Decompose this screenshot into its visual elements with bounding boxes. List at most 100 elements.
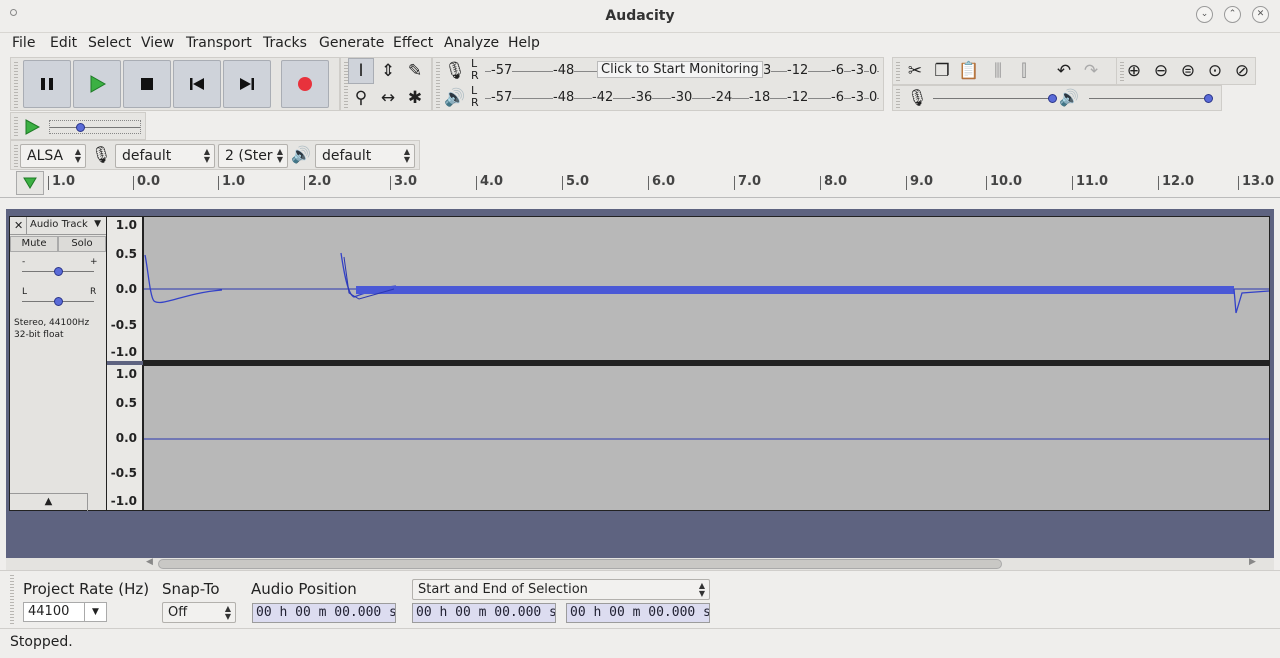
silence-button[interactable]: ⫿ xyxy=(1011,58,1037,84)
cut-button[interactable]: ✂ xyxy=(902,58,928,84)
gain-slider[interactable] xyxy=(22,265,94,279)
microphone-icon: 🎙 xyxy=(444,61,466,81)
timeline-ruler[interactable]: 1.0 0.0 1.0 2.0 3.0 4.0 5.0 6.0 7.0 8.0 … xyxy=(0,170,1280,198)
zoom-toggle-button[interactable]: ⊘ xyxy=(1229,58,1255,84)
horizontal-scrollbar[interactable]: ◀ ▶ xyxy=(6,557,1274,570)
recording-channels-select[interactable]: 2 (Ster ▲ ▼ xyxy=(218,144,288,168)
recording-device-select[interactable]: default ▲ ▼ xyxy=(115,144,215,168)
menu-tracks[interactable]: Tracks xyxy=(263,35,307,51)
snap-to-select[interactable]: Off ▲ ▼ xyxy=(162,602,236,623)
menu-file[interactable]: File xyxy=(12,35,35,51)
menu-generate[interactable]: Generate xyxy=(319,35,384,51)
skip-to-end-button[interactable] xyxy=(223,60,271,108)
paste-button[interactable]: 📋 xyxy=(956,58,982,84)
multi-tool[interactable]: ✱ xyxy=(402,85,428,111)
scroll-left-icon[interactable]: ◀ xyxy=(146,557,153,567)
pause-button[interactable] xyxy=(23,60,71,108)
trim-button[interactable]: ⫼ xyxy=(985,58,1011,84)
menu-select[interactable]: Select xyxy=(88,35,131,51)
recording-volume-slider[interactable] xyxy=(933,92,1057,106)
play-at-speed-button[interactable] xyxy=(19,114,45,140)
amplitude-tick: 0.5 xyxy=(115,247,137,261)
menu-transport[interactable]: Transport xyxy=(186,35,252,51)
maximize-icon[interactable]: ⌃ xyxy=(1224,6,1241,23)
microphone-icon: 🎙 xyxy=(907,88,928,107)
scrollbar-thumb[interactable] xyxy=(158,559,1002,569)
playback-device-select[interactable]: default ▲ ▼ xyxy=(315,144,415,168)
slider-knob[interactable] xyxy=(76,123,85,132)
time-shift-tool[interactable]: ↔ xyxy=(375,85,401,111)
solo-button[interactable]: Solo xyxy=(58,236,106,252)
menu-edit[interactable]: Edit xyxy=(50,35,77,51)
toolbar-grip[interactable] xyxy=(14,62,18,108)
copy-button[interactable]: ❐ xyxy=(929,58,955,84)
window-menu-icon[interactable] xyxy=(10,9,17,16)
slider-knob[interactable] xyxy=(54,297,63,306)
record-meter-button[interactable]: 🎙 xyxy=(442,58,468,84)
selection-tool[interactable]: I xyxy=(348,58,374,84)
selection-start-time[interactable]: 00 h 00 m 00.000 s xyxy=(412,603,556,623)
collapse-track-button[interactable]: ▲ xyxy=(10,493,88,511)
toolbar-grip[interactable] xyxy=(14,117,18,137)
timeline-tick: 1.0 xyxy=(47,174,76,190)
selection-mode-select[interactable]: Start and End of Selection ▲ ▼ xyxy=(412,579,710,600)
track-name-menu[interactable]: Audio Track ▼ xyxy=(26,217,104,234)
pan-slider[interactable] xyxy=(22,295,94,309)
redo-button[interactable]: ↷ xyxy=(1078,58,1104,84)
zoom-tool[interactable]: ⚲ xyxy=(348,85,374,111)
toolbar-grip[interactable] xyxy=(14,145,18,167)
selection-end-time[interactable]: 00 h 00 m 00.000 s xyxy=(566,603,710,623)
waveform-channel-left[interactable] xyxy=(143,216,1270,361)
zoom-out-button[interactable]: ⊖ xyxy=(1148,58,1174,84)
minimize-icon[interactable]: ⌄ xyxy=(1196,6,1213,23)
audio-host-select[interactable]: ALSA ▲ ▼ xyxy=(20,144,86,168)
amplitude-tick: 0.0 xyxy=(115,431,137,445)
toolbar-grip[interactable] xyxy=(896,89,900,109)
playback-meter[interactable]: -57 -48 -42 -36 -30 -24 -18 -12 -6 -3 0 xyxy=(485,86,879,110)
playback-meter-button[interactable]: 🔊 xyxy=(442,85,468,111)
play-button[interactable] xyxy=(73,60,121,108)
record-button[interactable] xyxy=(281,60,329,108)
fit-project-button[interactable]: ⊙ xyxy=(1202,58,1228,84)
fit-selection-button[interactable]: ⊜ xyxy=(1175,58,1201,84)
close-icon[interactable]: ✕ xyxy=(1252,6,1269,23)
waveform-right xyxy=(144,438,1269,440)
close-track-icon[interactable]: ✕ xyxy=(14,219,23,232)
meter-tick: -12 xyxy=(787,90,809,105)
amplitude-tick: 1.0 xyxy=(115,218,137,232)
mute-button[interactable]: Mute xyxy=(10,236,58,252)
menu-help[interactable]: Help xyxy=(508,35,540,51)
undo-button[interactable]: ↶ xyxy=(1051,58,1077,84)
meter-tick: -48 xyxy=(553,63,575,78)
draw-tool[interactable]: ✎ xyxy=(402,58,428,84)
amplitude-tick: 1.0 xyxy=(115,367,137,381)
menu-analyze[interactable]: Analyze xyxy=(444,35,499,51)
play-icon xyxy=(90,75,106,93)
slider-knob[interactable] xyxy=(1204,94,1213,103)
toolbar-grip[interactable] xyxy=(896,62,900,82)
record-meter[interactable]: -57 -48 Click to Start Monitoring 3 -12 … xyxy=(485,59,879,83)
slider-knob[interactable] xyxy=(54,267,63,276)
monitoring-tooltip[interactable]: Click to Start Monitoring xyxy=(597,61,763,78)
updown-arrows-icon: ▲ ▼ xyxy=(276,147,283,164)
toolbar-grip[interactable] xyxy=(10,575,14,625)
playback-volume-slider[interactable] xyxy=(1089,92,1213,106)
menu-effect[interactable]: Effect xyxy=(393,35,433,51)
toolbar-grip[interactable] xyxy=(436,62,440,108)
envelope-tool[interactable]: ⇕ xyxy=(375,58,401,84)
stop-button[interactable] xyxy=(123,60,171,108)
fit-project-icon: ⊙ xyxy=(1207,61,1223,81)
dropdown-arrow-icon[interactable]: ▼ xyxy=(84,603,106,621)
playback-speed-slider[interactable] xyxy=(49,120,141,134)
skip-to-start-button[interactable] xyxy=(173,60,221,108)
project-rate-input[interactable]: 44100 ▼ xyxy=(23,602,107,622)
speaker-icon: 🔊 xyxy=(1059,88,1079,107)
scroll-right-icon[interactable]: ▶ xyxy=(1249,557,1256,567)
amplitude-tick: -1.0 xyxy=(110,494,137,508)
pin-head-button[interactable] xyxy=(16,171,44,195)
slider-knob[interactable] xyxy=(1048,94,1057,103)
audio-position-time[interactable]: 00 h 00 m 00.000 s xyxy=(252,603,396,623)
menu-view[interactable]: View xyxy=(141,35,174,51)
zoom-in-button[interactable]: ⊕ xyxy=(1121,58,1147,84)
waveform-channel-right[interactable] xyxy=(143,365,1270,511)
